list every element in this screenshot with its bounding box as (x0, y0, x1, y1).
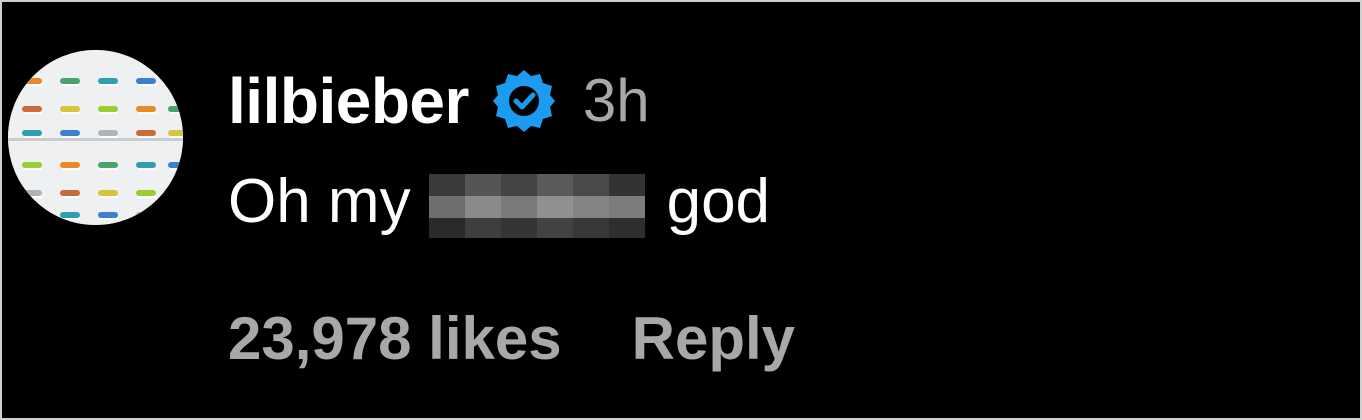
username-link[interactable]: lilbieber (228, 64, 469, 138)
comment-panel: lilbieber 3h Oh my god 23,978 likes Repl… (0, 0, 1362, 420)
comment-text: Oh my god (228, 162, 770, 242)
comment-text-start: Oh my (228, 167, 411, 236)
avatar[interactable] (8, 50, 183, 225)
avatar-image (8, 50, 183, 225)
comment-footer: 23,978 likes Reply (228, 302, 795, 376)
likes-count-link[interactable]: 23,978 likes (228, 302, 562, 376)
comment-header: lilbieber 3h (228, 64, 650, 138)
timestamp: 3h (582, 67, 650, 134)
verified-badge-icon (491, 68, 557, 134)
reply-button[interactable]: Reply (632, 302, 795, 376)
censored-word-pixelation (428, 162, 649, 242)
comment-text-end: god (666, 167, 771, 236)
